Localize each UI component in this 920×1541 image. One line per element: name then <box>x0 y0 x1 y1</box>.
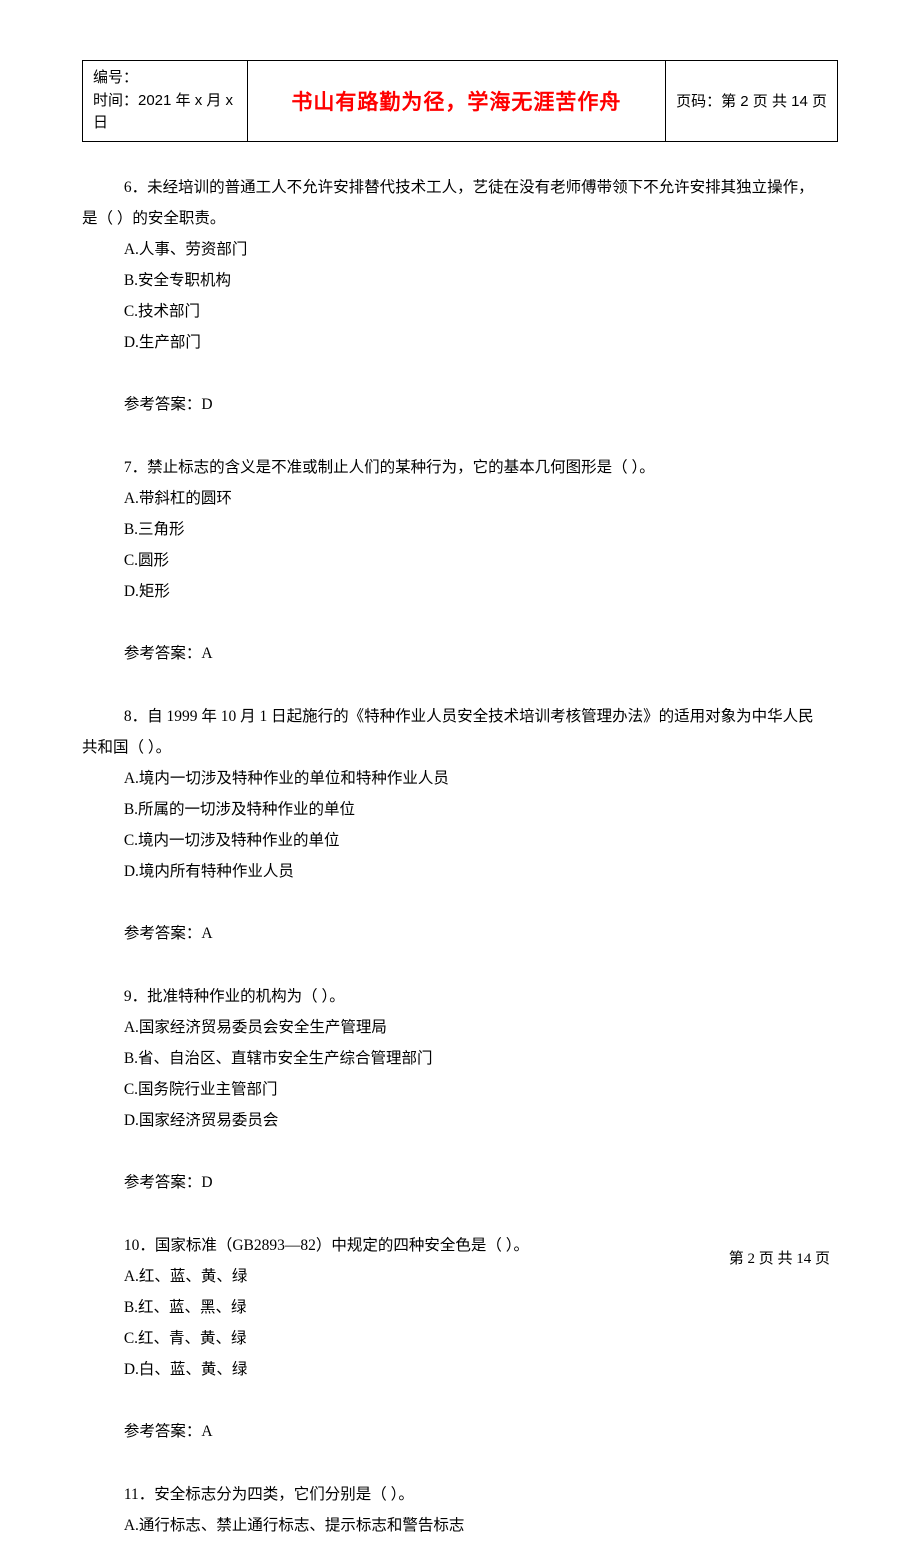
option-d: D.白、蓝、黄、绿 <box>82 1354 838 1385</box>
content-body: 6．未经培训的普通工人不允许安排替代技术工人，艺徒在没有老师傅带领下不允许安排其… <box>82 172 838 1541</box>
question-10: 10．国家标准（GB2893—82）中规定的四种安全色是（ ）。 A.红、蓝、黄… <box>82 1230 838 1447</box>
question-text: 8．自 1999 年 10 月 1 日起施行的《特种作业人员安全技术培训考核管理… <box>82 701 838 732</box>
question-text: 7．禁止标志的含义是不准或制止人们的某种行为，它的基本几何图形是（ ）。 <box>82 452 838 483</box>
option-d: D.国家经济贸易委员会 <box>82 1105 838 1136</box>
answer: 参考答案：A <box>82 638 838 669</box>
option-b: B.三角形 <box>82 514 838 545</box>
question-text: 10．国家标准（GB2893—82）中规定的四种安全色是（ ）。 <box>82 1230 838 1261</box>
option-c: C.国务院行业主管部门 <box>82 1074 838 1105</box>
page-footer: 第 2 页 共 14 页 <box>729 1247 830 1268</box>
option-c: C.技术部门 <box>82 296 838 327</box>
option-a: A.人事、劳资部门 <box>82 234 838 265</box>
question-text-cont: 是（ ）的安全职责。 <box>82 203 838 234</box>
option-c: C.圆形 <box>82 545 838 576</box>
option-a: A.红、蓝、黄、绿 <box>82 1261 838 1292</box>
header-time: 时间：2021 年 x 月 x 日 <box>93 90 237 135</box>
answer: 参考答案：D <box>82 389 838 420</box>
question-9: 9．批准特种作业的机构为（ ）。 A.国家经济贸易委员会安全生产管理局 B.省、… <box>82 981 838 1198</box>
question-number: 8． <box>124 708 147 725</box>
option-a: A.境内一切涉及特种作业的单位和特种作业人员 <box>82 763 838 794</box>
question-11: 11．安全标志分为四类，它们分别是（ ）。 A.通行标志、禁止通行标志、提示标志… <box>82 1479 838 1541</box>
header-left-cell: 编号： 时间：2021 年 x 月 x 日 <box>83 61 248 142</box>
option-b: B.省、自治区、直辖市安全生产综合管理部门 <box>82 1043 838 1074</box>
question-number: 9． <box>124 988 147 1005</box>
header-center-cell: 书山有路勤为径，学海无涯苦作舟 <box>247 61 665 142</box>
option-c: C.红、青、黄、绿 <box>82 1323 838 1354</box>
question-number: 7． <box>124 459 147 476</box>
option-b: B.红、蓝、黑、绿 <box>82 1292 838 1323</box>
option-b: B.安全专职机构 <box>82 265 838 296</box>
question-text: 9．批准特种作业的机构为（ ）。 <box>82 981 838 1012</box>
question-text-cont: 共和国（ ）。 <box>82 732 838 763</box>
option-a: A.国家经济贸易委员会安全生产管理局 <box>82 1012 838 1043</box>
answer: 参考答案：A <box>82 918 838 949</box>
question-6: 6．未经培训的普通工人不允许安排替代技术工人，艺徒在没有老师傅带领下不允许安排其… <box>82 172 838 420</box>
question-7: 7．禁止标志的含义是不准或制止人们的某种行为，它的基本几何图形是（ ）。 A.带… <box>82 452 838 669</box>
option-a: A.带斜杠的圆环 <box>82 483 838 514</box>
header-right-cell: 页码：第 2 页 共 14 页 <box>666 61 838 142</box>
option-d: D.矩形 <box>82 576 838 607</box>
header-table: 编号： 时间：2021 年 x 月 x 日 书山有路勤为径，学海无涯苦作舟 页码… <box>82 60 838 142</box>
question-number: 6． <box>124 179 147 196</box>
answer: 参考答案：D <box>82 1167 838 1198</box>
question-text: 6．未经培训的普通工人不允许安排替代技术工人，艺徒在没有老师傅带领下不允许安排其… <box>82 172 838 203</box>
header-bianhao: 编号： <box>93 67 237 90</box>
option-a: A.通行标志、禁止通行标志、提示标志和警告标志 <box>82 1510 838 1541</box>
option-d: D.生产部门 <box>82 327 838 358</box>
question-number: 11． <box>124 1486 154 1503</box>
question-number: 10． <box>124 1237 155 1254</box>
question-8: 8．自 1999 年 10 月 1 日起施行的《特种作业人员安全技术培训考核管理… <box>82 701 838 949</box>
option-c: C.境内一切涉及特种作业的单位 <box>82 825 838 856</box>
option-b: B.所属的一切涉及特种作业的单位 <box>82 794 838 825</box>
answer: 参考答案：A <box>82 1416 838 1447</box>
question-text: 11．安全标志分为四类，它们分别是（ ）。 <box>82 1479 838 1510</box>
option-d: D.境内所有特种作业人员 <box>82 856 838 887</box>
